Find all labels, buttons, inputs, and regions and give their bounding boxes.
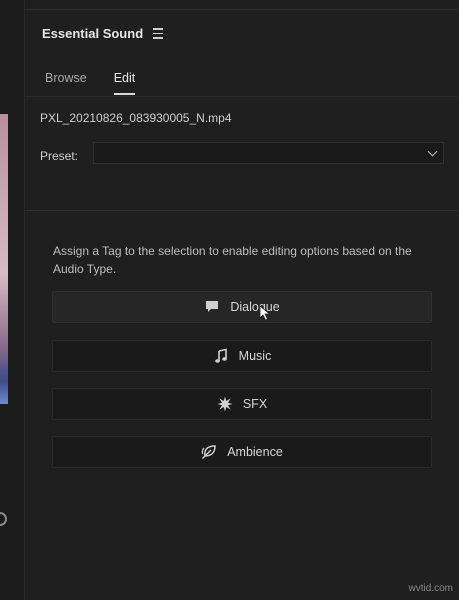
starburst-icon — [217, 396, 233, 412]
ambience-button[interactable]: Ambience — [52, 436, 432, 468]
panel-header: Essential Sound — [42, 26, 164, 41]
loop-icon — [0, 512, 7, 526]
panel-title: Essential Sound — [42, 26, 144, 41]
video-preview-edge — [0, 114, 8, 404]
leaf-icon — [201, 444, 217, 460]
ambience-label: Ambience — [227, 445, 283, 459]
music-button[interactable]: Music — [52, 340, 432, 372]
essential-sound-panel: Essential Sound Browse Edit PXL_20210826… — [25, 10, 459, 600]
preset-dropdown[interactable] — [93, 142, 444, 164]
program-monitor-edge — [0, 0, 25, 600]
dialogue-label: Dialogue — [230, 300, 280, 314]
mouse-cursor-icon — [259, 305, 271, 321]
preset-label: Preset: — [40, 149, 79, 163]
watermark: wvtid.com — [408, 583, 453, 594]
panel-tabs: Browse Edit — [45, 71, 136, 95]
tabs-divider — [25, 96, 459, 97]
sfx-button[interactable]: SFX — [52, 388, 432, 420]
tab-edit[interactable]: Edit — [113, 71, 136, 95]
tab-browse[interactable]: Browse — [45, 71, 87, 95]
music-note-icon — [213, 348, 229, 364]
section-divider — [25, 210, 459, 211]
sfx-label: SFX — [242, 397, 268, 411]
speech-bubble-icon — [204, 299, 220, 315]
clip-name: PXL_20210826_083930005_N.mp4 — [40, 111, 232, 125]
dialogue-button[interactable]: Dialogue — [52, 291, 432, 323]
music-label: Music — [238, 349, 272, 363]
tag-instructions: Assign a Tag to the selection to enable … — [53, 244, 412, 276]
chevron-down-icon — [427, 146, 438, 157]
panel-menu-icon[interactable] — [153, 28, 164, 39]
